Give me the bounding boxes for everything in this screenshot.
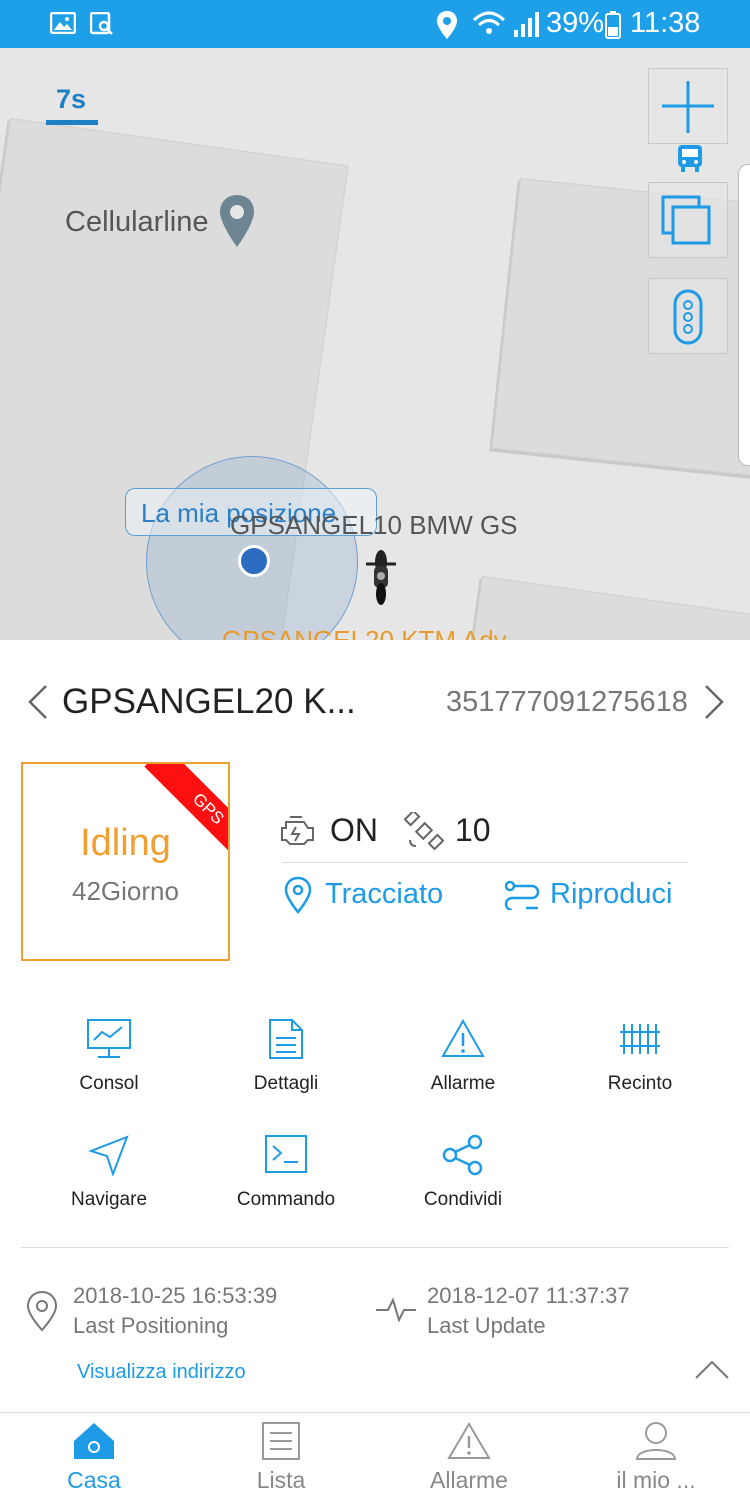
bus-icon[interactable] — [676, 144, 704, 174]
action-label: Commando — [236, 1189, 336, 1210]
map-pin-icon[interactable] — [218, 193, 256, 249]
device-name: GPSANGEL20 K... — [62, 682, 356, 721]
terminal-icon — [265, 1135, 307, 1173]
share-icon — [442, 1134, 483, 1176]
zoom-in-button[interactable] — [648, 68, 728, 144]
tab-alarm[interactable]: Allarme — [375, 1421, 563, 1494]
home-icon — [74, 1423, 114, 1459]
replay-label: Riproduci — [550, 878, 673, 910]
action-label: Consol — [79, 1073, 139, 1094]
track-button[interactable]: Tracciato — [282, 874, 462, 918]
motorcycle-icon[interactable] — [364, 548, 398, 606]
warning-icon — [441, 1018, 485, 1057]
traffic-button[interactable] — [648, 278, 728, 354]
action-label: Recinto — [607, 1073, 673, 1094]
action-alarm[interactable]: Allarme — [375, 1018, 551, 1095]
show-address-link[interactable]: Visualizza indirizzo — [77, 1361, 246, 1384]
search-image-icon — [90, 12, 113, 35]
previous-device-icon[interactable] — [26, 684, 50, 720]
satellite-icon — [404, 812, 444, 850]
status-bar: 39% 11:38 — [0, 0, 750, 48]
engine-icon — [281, 816, 314, 845]
tab-list[interactable]: Lista — [187, 1421, 375, 1494]
action-console[interactable]: Consol — [21, 1018, 197, 1095]
document-icon — [269, 1019, 303, 1059]
status-duration: 42Giorno — [72, 876, 179, 906]
location-icon — [437, 11, 457, 39]
activity-icon — [376, 1297, 416, 1323]
map-poi-label: Cellularline — [65, 206, 209, 238]
clock: 11:38 — [630, 7, 701, 39]
map-scale: 7s — [56, 84, 87, 114]
side-drawer-handle[interactable] — [738, 164, 750, 466]
location-pin-icon — [284, 876, 312, 914]
divider — [282, 862, 687, 863]
last-positioning-label: Last Positioning — [73, 1313, 229, 1338]
layers-icon — [661, 195, 711, 245]
action-label: Allarme — [430, 1073, 496, 1094]
status-box: GPS Idling 42Giorno — [21, 762, 230, 961]
action-fence[interactable]: Recinto — [552, 1018, 728, 1095]
gallery-icon — [50, 12, 76, 34]
replay-button[interactable]: Riproduci — [502, 874, 682, 918]
tab-profile[interactable]: il mio ... — [562, 1421, 750, 1494]
action-share[interactable]: Condividi — [375, 1134, 551, 1211]
status-state: Idling — [80, 822, 171, 864]
acc-status: ON — [330, 812, 378, 848]
device-imei: 351777091275618 — [446, 686, 688, 718]
user-icon — [635, 1422, 677, 1460]
action-label: Navigare — [70, 1189, 148, 1210]
traffic-light-icon — [673, 289, 703, 345]
tab-home[interactable]: Casa — [0, 1421, 188, 1494]
tab-label: il mio ... — [616, 1467, 696, 1493]
action-navigate[interactable]: Navigare — [21, 1134, 197, 1211]
route-icon — [504, 880, 540, 910]
battery-percent: 39% — [546, 7, 605, 39]
satellite-count: 10 — [455, 812, 491, 848]
tab-label: Lista — [256, 1467, 306, 1493]
last-update-label: Last Update — [427, 1313, 546, 1338]
divider — [21, 1247, 729, 1248]
action-command[interactable]: Commando — [198, 1134, 374, 1211]
last-positioning-time: 2018-10-25 16:53:39 — [73, 1283, 278, 1308]
vehicle-label: GPSANGEL10 BMW GS — [230, 510, 518, 540]
battery-icon — [605, 11, 621, 39]
next-device-icon[interactable] — [702, 684, 726, 720]
action-details[interactable]: Dettagli — [198, 1018, 374, 1095]
plus-icon — [662, 81, 714, 133]
chevron-up-icon[interactable] — [694, 1358, 730, 1380]
bottom-tab-bar: Casa Lista Allarme il mio ... — [0, 1412, 750, 1501]
tab-label: Allarme — [430, 1467, 508, 1493]
map-view[interactable]: 7s Cellularline La mia posizione GPSANGE… — [0, 48, 750, 640]
list-icon — [262, 1422, 300, 1460]
map-layers-button[interactable] — [648, 182, 728, 258]
navigation-arrow-icon — [87, 1135, 129, 1177]
map-scale-bar — [46, 120, 98, 125]
my-position-dot — [238, 545, 270, 577]
last-update-time: 2018-12-07 11:37:37 — [427, 1283, 630, 1308]
location-pin-icon — [26, 1290, 58, 1332]
fence-icon — [620, 1024, 660, 1054]
tab-label: Casa — [67, 1467, 121, 1493]
warning-icon — [447, 1422, 491, 1459]
signal-icon — [472, 11, 539, 37]
track-label: Tracciato — [325, 878, 444, 910]
action-label: Dettagli — [253, 1073, 319, 1094]
monitor-icon — [87, 1019, 131, 1058]
vehicle-label-selected: GPSANGEL20 KTM Adv — [222, 625, 507, 640]
action-label: Condividi — [423, 1189, 503, 1210]
